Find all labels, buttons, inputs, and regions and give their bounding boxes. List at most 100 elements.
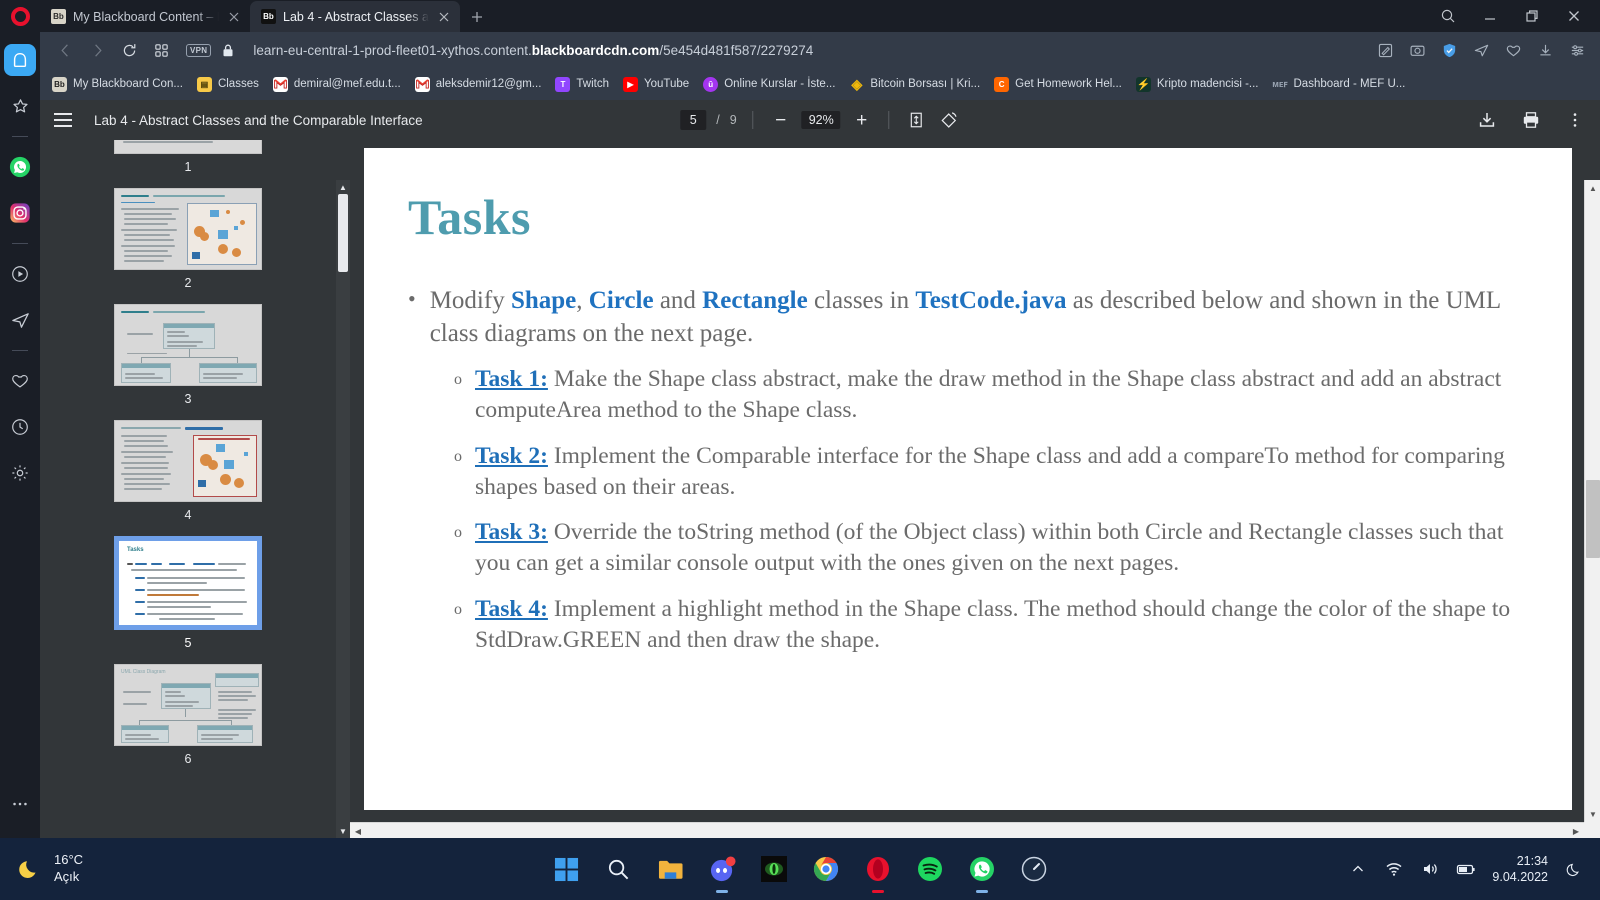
scrollbar-thumb[interactable] xyxy=(1586,480,1600,558)
bookmark-twitch[interactable]: T Twitch xyxy=(555,76,609,92)
close-icon[interactable] xyxy=(1554,1,1594,31)
minimize-icon[interactable] xyxy=(1470,1,1510,31)
sidebar-item-player[interactable] xyxy=(4,258,36,290)
sidebar-item-instagram[interactable] xyxy=(4,197,36,229)
thumbnail-page-1[interactable]: 1 xyxy=(114,140,262,188)
tab-my-blackboard-content[interactable]: Bb My Blackboard Content – B xyxy=(40,1,250,32)
download-icon[interactable] xyxy=(1476,109,1498,131)
bookmark-mef-dashboard[interactable]: ᴍᴇꜰ Dashboard - MEF U... xyxy=(1272,77,1405,92)
bookmark-label: My Blackboard Con... xyxy=(73,78,183,90)
download-icon[interactable] xyxy=(1532,36,1558,64)
thumbnail-preview xyxy=(115,189,261,269)
restore-icon[interactable] xyxy=(1512,1,1552,31)
sidebar-item-home[interactable] xyxy=(4,44,36,76)
bookmark-binance[interactable]: ◈ Bitcoin Borsası | Kri... xyxy=(849,76,981,92)
forward-icon[interactable] xyxy=(82,36,112,64)
tab-overview-icon[interactable] xyxy=(146,36,176,64)
spotify-button[interactable] xyxy=(915,854,945,884)
bookmark-kripto-madencisi[interactable]: ⚡ Kripto madencisi -... xyxy=(1135,76,1259,92)
zoom-in-button[interactable]: + xyxy=(851,109,873,131)
clock-time: 21:34 xyxy=(1516,853,1548,868)
blackboard-icon: Bb xyxy=(52,76,67,92)
chevron-up-icon[interactable] xyxy=(1348,859,1368,879)
chevron-up-icon[interactable]: ▲ xyxy=(1585,180,1600,196)
sidebar-item-whatsapp[interactable] xyxy=(4,151,36,183)
file-explorer-button[interactable] xyxy=(655,854,685,884)
vpn-badge[interactable]: VPN xyxy=(186,43,212,57)
chevron-down-icon[interactable]: ▼ xyxy=(336,824,350,838)
address-bar[interactable]: learn-eu-central-1-prod-fleet01-xythos.c… xyxy=(237,43,1370,58)
back-icon[interactable] xyxy=(50,36,80,64)
chevron-right-icon[interactable]: ▶ xyxy=(1568,823,1584,839)
game-button[interactable] xyxy=(759,854,789,884)
lock-icon[interactable] xyxy=(221,43,235,58)
bookmark-chegg[interactable]: C Get Homework Hel... xyxy=(994,76,1122,92)
thumbnail-page-3[interactable]: 3 xyxy=(114,304,262,420)
snapshot-icon[interactable] xyxy=(1404,36,1430,64)
chevron-left-icon[interactable]: ◀ xyxy=(350,823,366,839)
bookmark-udemy[interactable]: ū Online Kurslar - İste... xyxy=(703,76,835,92)
volume-icon[interactable] xyxy=(1420,859,1440,879)
search-button[interactable] xyxy=(603,854,633,884)
edit-pen-icon[interactable] xyxy=(1372,36,1398,64)
speedtest-button[interactable] xyxy=(1019,854,1049,884)
thumbnail-page-5[interactable]: Tasks 5 xyxy=(114,536,262,664)
thumbnail-page-2[interactable]: 2 xyxy=(114,188,262,304)
chevron-up-icon[interactable]: ▲ xyxy=(336,180,350,194)
document-vertical-scrollbar[interactable]: ▲ ▼ xyxy=(1584,180,1600,822)
sidebar-item-messenger[interactable] xyxy=(4,304,36,336)
fit-page-icon[interactable] xyxy=(906,109,928,131)
divider xyxy=(888,111,890,129)
zoom-out-button[interactable]: − xyxy=(770,109,792,131)
thumbnail-scrollbar[interactable]: ▲ ▼ xyxy=(336,180,350,838)
close-icon[interactable] xyxy=(436,9,452,25)
discord-button[interactable] xyxy=(707,854,737,893)
wifi-icon[interactable] xyxy=(1384,859,1404,879)
weather-text: 16°C Açık xyxy=(54,852,83,885)
mef-icon: ᴍᴇꜰ xyxy=(1272,78,1288,89)
bookmark-gmail-demiral[interactable]: demiral@mef.edu.t... xyxy=(272,76,401,92)
sidebar-item-settings[interactable] xyxy=(4,457,36,489)
sidebar-item-history[interactable] xyxy=(4,411,36,443)
chrome-button[interactable] xyxy=(811,854,841,884)
more-vertical-icon[interactable] xyxy=(1564,109,1586,131)
thumbnail-list[interactable]: 1 2 3 4 Tasks 5 UML Class Diagram 6 xyxy=(40,140,336,838)
scrollbar-thumb[interactable] xyxy=(338,194,348,272)
sidebar-item-favorites[interactable] xyxy=(4,90,36,122)
sidebar-item-pinboards[interactable] xyxy=(4,365,36,397)
tab-strip: Bb My Blackboard Content – B Bb Lab 4 - … xyxy=(0,0,1600,32)
sidebar-divider-2 xyxy=(12,243,28,244)
bookmark-gmail-aleksdemir[interactable]: aleksdemir12@gm... xyxy=(414,76,541,92)
thumbnail-page-6[interactable]: UML Class Diagram 6 xyxy=(114,664,262,780)
taskbar-weather-widget[interactable]: 16°C Açık xyxy=(0,852,270,885)
whatsapp-button[interactable] xyxy=(967,854,997,893)
start-button[interactable] xyxy=(551,854,581,884)
new-tab-button[interactable] xyxy=(460,1,494,32)
bookmark-my-blackboard[interactable]: Bb My Blackboard Con... xyxy=(52,76,183,92)
settings-sliders-icon[interactable] xyxy=(1564,36,1590,64)
search-icon[interactable] xyxy=(1428,1,1468,31)
shield-icon[interactable] xyxy=(1436,36,1462,64)
moon-icon[interactable] xyxy=(1564,859,1584,879)
bookmark-youtube[interactable]: ▶ YouTube xyxy=(623,76,689,92)
scrollbar-thumb[interactable] xyxy=(366,824,1568,838)
send-icon[interactable] xyxy=(1468,36,1494,64)
reload-icon[interactable] xyxy=(114,36,144,64)
tab-lab4-abstract-classes[interactable]: Bb Lab 4 - Abstract Classes an xyxy=(250,1,460,32)
bookmark-classes[interactable]: ▤ Classes xyxy=(196,76,259,92)
battery-icon[interactable] xyxy=(1456,859,1476,879)
taskbar-clock[interactable]: 21:34 9.04.2022 xyxy=(1492,853,1548,886)
print-icon[interactable] xyxy=(1520,109,1542,131)
close-icon[interactable] xyxy=(226,9,242,25)
opera-button[interactable] xyxy=(863,854,893,893)
rotate-icon[interactable] xyxy=(938,109,960,131)
sidebar-item-more[interactable] xyxy=(4,788,36,820)
zoom-level[interactable]: 92% xyxy=(801,111,841,129)
document-horizontal-scrollbar[interactable]: ◀ ▶ xyxy=(350,822,1584,838)
page-number-input[interactable]: 5 xyxy=(680,110,707,130)
hamburger-icon[interactable] xyxy=(54,107,80,133)
url-suffix: /5e454d481f587/2279274 xyxy=(659,42,814,58)
thumbnail-page-4[interactable]: 4 xyxy=(114,420,262,536)
heart-icon[interactable] xyxy=(1500,36,1526,64)
chevron-down-icon[interactable]: ▼ xyxy=(1585,806,1600,822)
